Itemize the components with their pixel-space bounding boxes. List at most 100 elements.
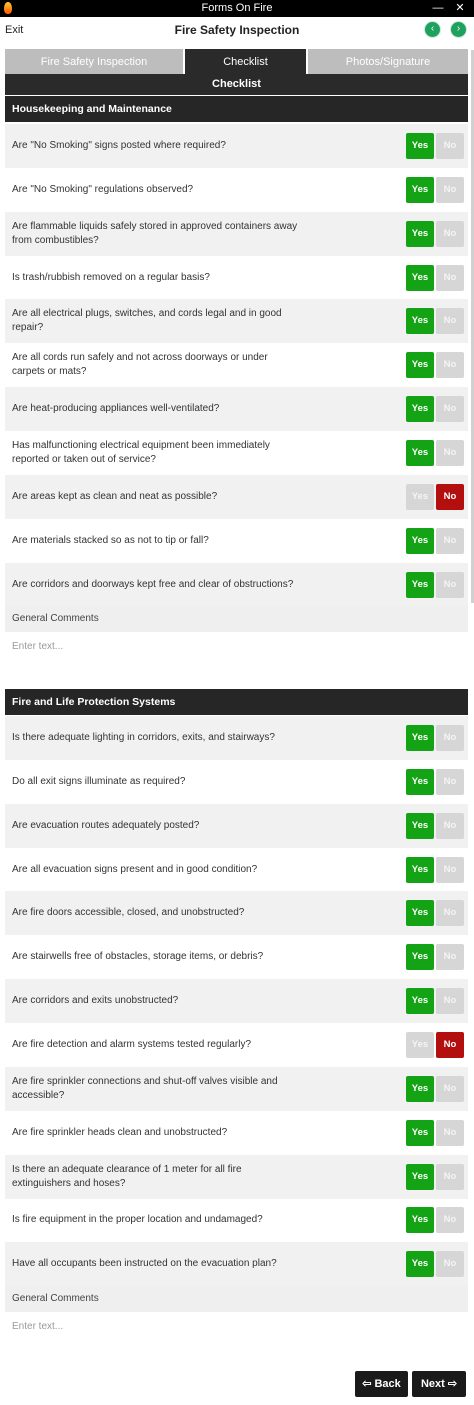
yes-no-toggle: Yes No — [406, 264, 464, 291]
yes-button[interactable]: Yes — [406, 133, 434, 159]
yes-button[interactable]: Yes — [406, 352, 434, 379]
next-button[interactable]: Next ⇨ — [412, 1371, 466, 1397]
no-button[interactable]: No — [436, 1031, 464, 1058]
yes-no-toggle: Yes No — [406, 812, 464, 839]
yes-button[interactable]: Yes — [406, 1207, 434, 1234]
general-comments-label: General Comments — [5, 606, 468, 632]
checklist-row: Are "No Smoking" signs posted where requ… — [5, 124, 468, 168]
checklist-row: Have all occupants been instructed on th… — [5, 1242, 468, 1287]
checklist-row: Is there adequate lighting in corridors,… — [5, 716, 468, 760]
question-text: Are corridors and exits unobstructed? — [12, 995, 179, 1007]
checklist-row: Are corridors and exits unobstructed? Yes… — [5, 979, 468, 1024]
tab-checklist[interactable]: Checklist — [185, 49, 306, 74]
yes-no-toggle: Yes No — [406, 725, 464, 751]
no-button[interactable]: No — [436, 1163, 464, 1190]
question-text: Are all cords run safely and not across … — [12, 352, 268, 378]
question-text: Are areas kept as clean and neat as poss… — [12, 490, 218, 502]
no-button[interactable]: No — [436, 812, 464, 839]
no-button[interactable]: No — [436, 264, 464, 291]
no-button[interactable]: No — [436, 308, 464, 335]
question-text: Are all electrical plugs, switches, and … — [12, 308, 282, 334]
yes-button[interactable]: Yes — [406, 1075, 434, 1102]
yes-button[interactable]: Yes — [406, 571, 434, 598]
next-page-icon[interactable]: › — [450, 21, 467, 38]
no-button[interactable]: No — [436, 1251, 464, 1278]
checklist-row: Are all cords run safely and not across … — [5, 343, 468, 387]
no-button[interactable]: No — [436, 133, 464, 159]
no-button[interactable]: No — [436, 944, 464, 971]
yes-button[interactable]: Yes — [406, 1163, 434, 1190]
yes-no-toggle: Yes No — [406, 988, 464, 1015]
question-text: Are fire sprinkler connections and shut-… — [12, 1075, 278, 1101]
general-comments-input[interactable] — [5, 633, 468, 659]
yes-no-toggle: Yes No — [406, 483, 464, 510]
yes-no-toggle: Yes No — [406, 439, 464, 466]
yes-button[interactable]: Yes — [406, 725, 434, 751]
question-text: Are materials stacked so as not to tip o… — [12, 534, 209, 546]
checklist-row: Are stairwells free of obstacles, storag… — [5, 935, 468, 979]
yes-button[interactable]: Yes — [406, 1119, 434, 1146]
question-text: Is there adequate lighting in corridors,… — [12, 732, 275, 743]
general-comments-input[interactable] — [5, 1313, 468, 1339]
yes-no-toggle: Yes No — [406, 856, 464, 883]
question-text: Are "No Smoking" regulations observed? — [12, 183, 194, 195]
question-text: Are "No Smoking" signs posted where requ… — [12, 140, 226, 151]
yes-button[interactable]: Yes — [406, 768, 434, 795]
yes-button[interactable]: Yes — [406, 220, 434, 247]
no-button[interactable]: No — [436, 439, 464, 466]
no-button[interactable]: No — [436, 1075, 464, 1102]
yes-no-toggle: Yes No — [406, 352, 464, 379]
yes-button[interactable]: Yes — [406, 308, 434, 335]
general-comments-label: General Comments — [5, 1286, 468, 1312]
yes-button[interactable]: Yes — [406, 944, 434, 971]
tab-fire-safety-inspection[interactable]: Fire Safety Inspection — [5, 49, 183, 74]
checklist-row: Are fire doors accessible, closed, and u… — [5, 891, 468, 936]
yes-button[interactable]: Yes — [406, 483, 434, 510]
no-button[interactable]: No — [436, 571, 464, 598]
checklist-row: Are fire sprinkler connections and shut-… — [5, 1066, 468, 1111]
yes-button[interactable]: Yes — [406, 856, 434, 883]
yes-no-toggle: Yes No — [406, 133, 464, 159]
question-text: Are stairwells free of obstacles, storag… — [12, 951, 264, 963]
yes-button[interactable]: Yes — [406, 812, 434, 839]
no-button[interactable]: No — [436, 176, 464, 203]
no-button[interactable]: No — [436, 1207, 464, 1234]
no-button[interactable]: No — [436, 1119, 464, 1146]
checklist-row: Are all evacuation signs present and in … — [5, 848, 468, 892]
yes-button[interactable]: Yes — [406, 439, 434, 466]
no-button[interactable]: No — [436, 900, 464, 927]
checklist-row: Are flammable liquids safely stored in a… — [5, 211, 468, 256]
no-button[interactable]: No — [436, 352, 464, 379]
question-text: Are evacuation routes adequately posted? — [12, 819, 200, 831]
no-button[interactable]: No — [436, 988, 464, 1015]
yes-button[interactable]: Yes — [406, 1251, 434, 1278]
yes-no-toggle: Yes No — [406, 220, 464, 247]
yes-button[interactable]: Yes — [406, 1031, 434, 1058]
yes-button[interactable]: Yes — [406, 527, 434, 554]
previous-page-icon[interactable]: ‹ — [424, 21, 441, 38]
no-button[interactable]: No — [436, 768, 464, 795]
yes-no-toggle: Yes No — [406, 527, 464, 554]
checklist-row: Are areas kept as clean and neat as poss… — [5, 474, 468, 519]
yes-no-toggle: Yes No — [406, 1119, 464, 1146]
no-button[interactable]: No — [436, 527, 464, 554]
back-button[interactable]: ⇦ Back — [355, 1371, 408, 1397]
minimize-icon[interactable]: — — [428, 0, 448, 17]
yes-button[interactable]: Yes — [406, 988, 434, 1015]
close-icon[interactable]: ✕ — [450, 0, 470, 17]
tab-photos-signature[interactable]: Photos/Signature — [308, 49, 468, 74]
checklist-row: Are "No Smoking" regulations observed? Ye… — [5, 168, 468, 212]
yes-button[interactable]: Yes — [406, 396, 434, 423]
no-button[interactable]: No — [436, 483, 464, 510]
no-button[interactable]: No — [436, 220, 464, 247]
yes-button[interactable]: Yes — [406, 900, 434, 927]
checklist-row: Are corridors and doorways kept free and… — [5, 562, 468, 607]
flame-icon — [4, 2, 12, 14]
no-button[interactable]: No — [436, 856, 464, 883]
yes-button[interactable]: Yes — [406, 176, 434, 203]
checklist-row: Are all electrical plugs, switches, and … — [5, 299, 468, 344]
no-button[interactable]: No — [436, 396, 464, 423]
yes-button[interactable]: Yes — [406, 264, 434, 291]
yes-no-toggle: Yes No — [406, 308, 464, 335]
no-button[interactable]: No — [436, 725, 464, 751]
